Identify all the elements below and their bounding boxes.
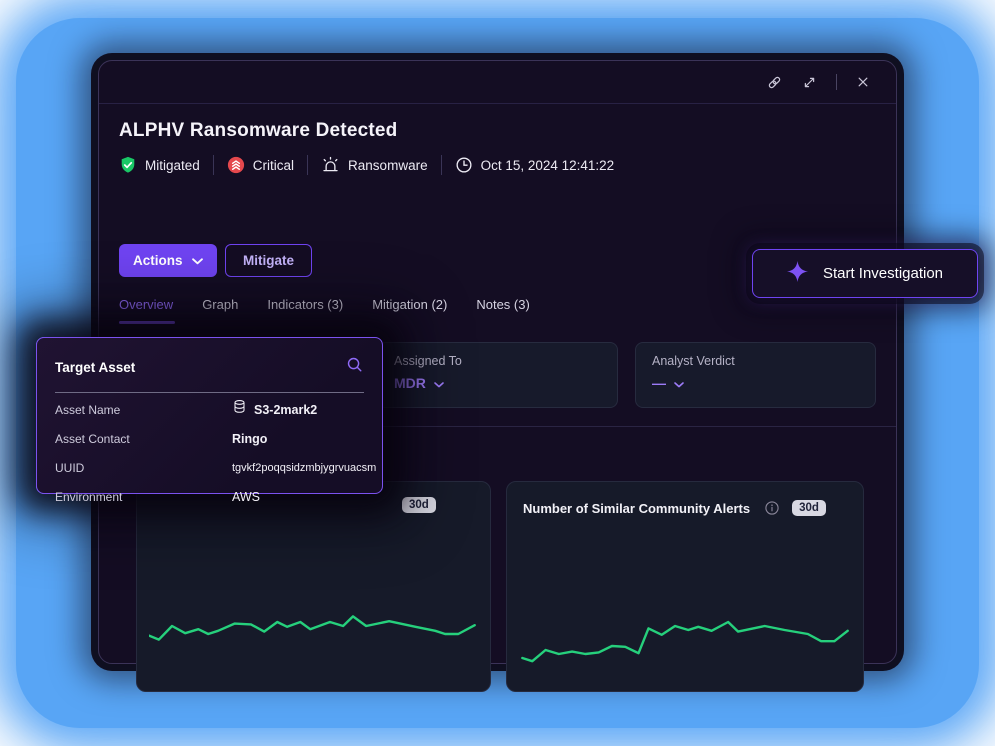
uuid-row: UUID tgvkf2poqqsidzmbjygrvuacsm: [55, 457, 364, 480]
clock-icon: [455, 156, 473, 174]
row-label: Asset Name: [55, 403, 120, 417]
tab-graph[interactable]: Graph: [202, 297, 238, 324]
popup-header: Target Asset: [55, 356, 364, 379]
row-label: Environment: [55, 490, 122, 504]
type-badge-ransomware: Ransomware: [321, 156, 428, 175]
window-topbar: [99, 61, 896, 104]
mitigate-button-label: Mitigate: [243, 253, 294, 268]
popup-divider: [55, 392, 364, 393]
page: ALPHV Ransomware Detected Mitigated: [0, 0, 995, 746]
sparkle-icon: [787, 261, 808, 286]
badge-label: Ransomware: [348, 158, 428, 173]
analyst-verdict-value: —: [652, 375, 666, 391]
severity-badge-critical: Critical: [227, 156, 294, 174]
siren-icon: [321, 156, 340, 175]
badge-label: Critical: [253, 158, 294, 173]
tab-mitigation[interactable]: Mitigation (2): [372, 297, 447, 324]
badge-separator: [213, 155, 214, 175]
assigned-to-value: MDR: [394, 375, 426, 391]
badge-label: Mitigated: [145, 158, 200, 173]
mitigate-button[interactable]: Mitigate: [225, 244, 312, 277]
start-investigation-button[interactable]: Start Investigation: [752, 249, 978, 298]
alert-badge-row: Mitigated Critical: [119, 154, 614, 176]
range-badge-30d[interactable]: 30d: [792, 500, 826, 516]
target-asset-popup: Target Asset Asset Name S3-2ma: [36, 337, 383, 494]
chart-card-community-alerts: Number of Similar Community Alerts 30d: [506, 481, 864, 692]
chart-card-left: 30d: [136, 481, 491, 692]
tab-notes[interactable]: Notes (3): [476, 297, 529, 324]
analyst-verdict-card: Analyst Verdict —: [635, 342, 876, 408]
database-icon: [232, 399, 247, 422]
asset-name-text: S3-2mark2: [254, 399, 317, 422]
badge-label: Oct 15, 2024 12:41:22: [481, 158, 615, 173]
range-badge-30d[interactable]: 30d: [402, 497, 436, 513]
asset-name-row: Asset Name S3-2mark2: [55, 399, 364, 422]
tab-bar: Overview Graph Indicators (3) Mitigation…: [119, 297, 530, 324]
badge-separator: [441, 155, 442, 175]
info-icon[interactable]: [764, 500, 780, 516]
tab-overview[interactable]: Overview: [119, 297, 173, 324]
environment-row: Environment AWS: [55, 486, 364, 509]
analyst-verdict-dropdown[interactable]: —: [652, 375, 684, 391]
topbar-divider: [836, 74, 837, 90]
asset-contact-row: Asset Contact Ringo: [55, 428, 364, 451]
chart-header: Number of Similar Community Alerts 30d: [523, 500, 847, 516]
chart-title: Number of Similar Community Alerts: [523, 501, 750, 516]
expand-icon[interactable]: [802, 75, 817, 90]
sparkline-chart: [519, 602, 851, 682]
link-icon[interactable]: [766, 74, 783, 91]
badge-separator: [307, 155, 308, 175]
asset-contact-value: Ringo: [232, 428, 267, 451]
start-investigation-label: Start Investigation: [823, 265, 943, 282]
popup-title: Target Asset: [55, 360, 135, 375]
chevron-down-icon: [192, 253, 203, 268]
actions-button[interactable]: Actions: [119, 244, 217, 277]
card-label: Assigned To: [394, 354, 601, 368]
sparkline-chart: [149, 602, 478, 682]
actions-button-label: Actions: [133, 253, 183, 268]
timestamp-badge: Oct 15, 2024 12:41:22: [455, 156, 615, 174]
row-label: UUID: [55, 461, 84, 475]
assigned-to-card: Assigned To MDR: [377, 342, 618, 408]
row-label: Asset Contact: [55, 432, 130, 446]
close-icon[interactable]: [856, 75, 870, 89]
uuid-value: tgvkf2poqqsidzmbjygrvuacsm: [232, 457, 376, 480]
severity-critical-icon: [227, 156, 245, 174]
environment-value: AWS: [232, 486, 260, 509]
asset-name-value: S3-2mark2: [232, 399, 317, 422]
assigned-to-dropdown[interactable]: MDR: [394, 375, 444, 391]
chevron-down-icon: [674, 375, 684, 391]
chevron-down-icon: [434, 375, 444, 391]
tab-indicators[interactable]: Indicators (3): [267, 297, 343, 324]
card-label: Analyst Verdict: [652, 354, 859, 368]
alert-title: ALPHV Ransomware Detected: [119, 120, 397, 142]
shield-check-icon: [119, 156, 137, 174]
chart-card-row: 30d Number of Similar Community Alerts: [119, 481, 864, 692]
search-icon[interactable]: [346, 356, 364, 379]
status-badge-mitigated: Mitigated: [119, 156, 200, 174]
